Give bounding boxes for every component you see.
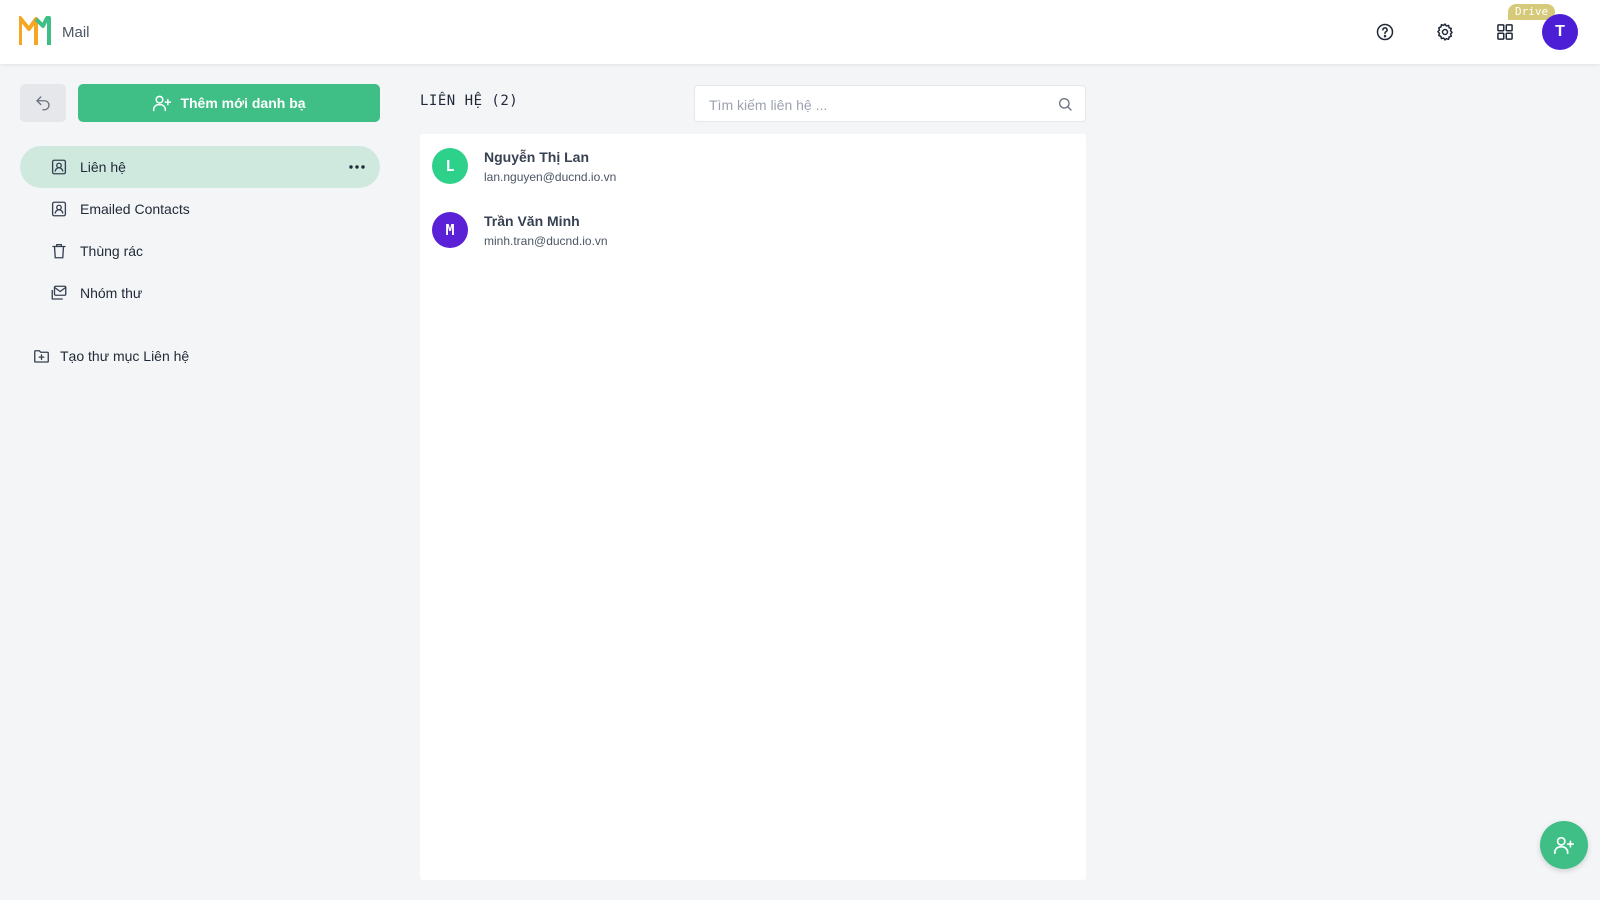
back-button[interactable] (20, 84, 66, 122)
contact-email: minh.tran@ducnd.io.vn (484, 234, 608, 248)
folder-plus-icon (34, 350, 49, 363)
undo-arrow-icon (36, 96, 50, 111)
contact-name: Nguyễn Thị Lan (484, 149, 589, 165)
contact-name: Trần Văn Minh (484, 213, 580, 229)
search-input[interactable] (707, 86, 1051, 123)
avatar: M (432, 212, 468, 248)
sidebar-item-contacts[interactable]: Liên hệ (20, 146, 380, 188)
list-item[interactable]: M Trần Văn Minh minh.tran@ducnd.io.vn (432, 207, 1072, 257)
sidebar-item-trash[interactable]: Thùng rác (20, 230, 380, 272)
contacts-title: LIÊN HỆ (2) (420, 93, 519, 109)
more-options-icon[interactable] (348, 158, 366, 176)
search-icon[interactable] (1057, 96, 1073, 112)
sidebar-item-emailed-contacts[interactable]: Emailed Contacts (20, 188, 380, 230)
app-name: Mail (62, 24, 90, 41)
help-icon[interactable] (1370, 17, 1400, 47)
create-folder-label: Tạo thư mục Liên hệ (60, 348, 190, 364)
mail-group-icon (50, 284, 68, 302)
sidebar-item-label: Emailed Contacts (80, 201, 190, 217)
add-user-icon (1554, 836, 1574, 855)
sidebar-item-label: Liên hệ (80, 159, 126, 175)
apps-grid-icon[interactable] (1490, 17, 1520, 47)
app-logo-icon[interactable] (19, 16, 53, 46)
search-box (694, 85, 1086, 123)
gear-icon[interactable] (1430, 17, 1460, 47)
sidebar-item-label: Nhóm thư (80, 285, 143, 301)
sidebar-item-label: Thùng rác (80, 243, 144, 259)
contact-card-icon (50, 158, 68, 176)
add-contact-label: Thêm mới danh bạ (180, 95, 306, 111)
sidebar-item-mail-groups[interactable]: Nhóm thư (20, 272, 380, 314)
trash-icon (50, 242, 68, 260)
list-item[interactable]: L Nguyễn Thị Lan lan.nguyen@ducnd.io.vn (432, 143, 1072, 193)
add-user-icon (153, 95, 172, 112)
top-bar: Mail Drive T (0, 0, 1600, 64)
add-contact-button[interactable]: Thêm mới danh bạ (78, 84, 380, 122)
user-avatar[interactable]: T (1542, 14, 1578, 50)
contact-email: lan.nguyen@ducnd.io.vn (484, 170, 617, 184)
create-contact-folder-button[interactable]: Tạo thư mục Liên hệ (32, 345, 189, 367)
add-contact-fab[interactable] (1540, 821, 1588, 869)
contact-card-icon (50, 200, 68, 218)
contacts-list: L Nguyễn Thị Lan lan.nguyen@ducnd.io.vn … (420, 134, 1086, 880)
avatar: L (432, 148, 468, 184)
